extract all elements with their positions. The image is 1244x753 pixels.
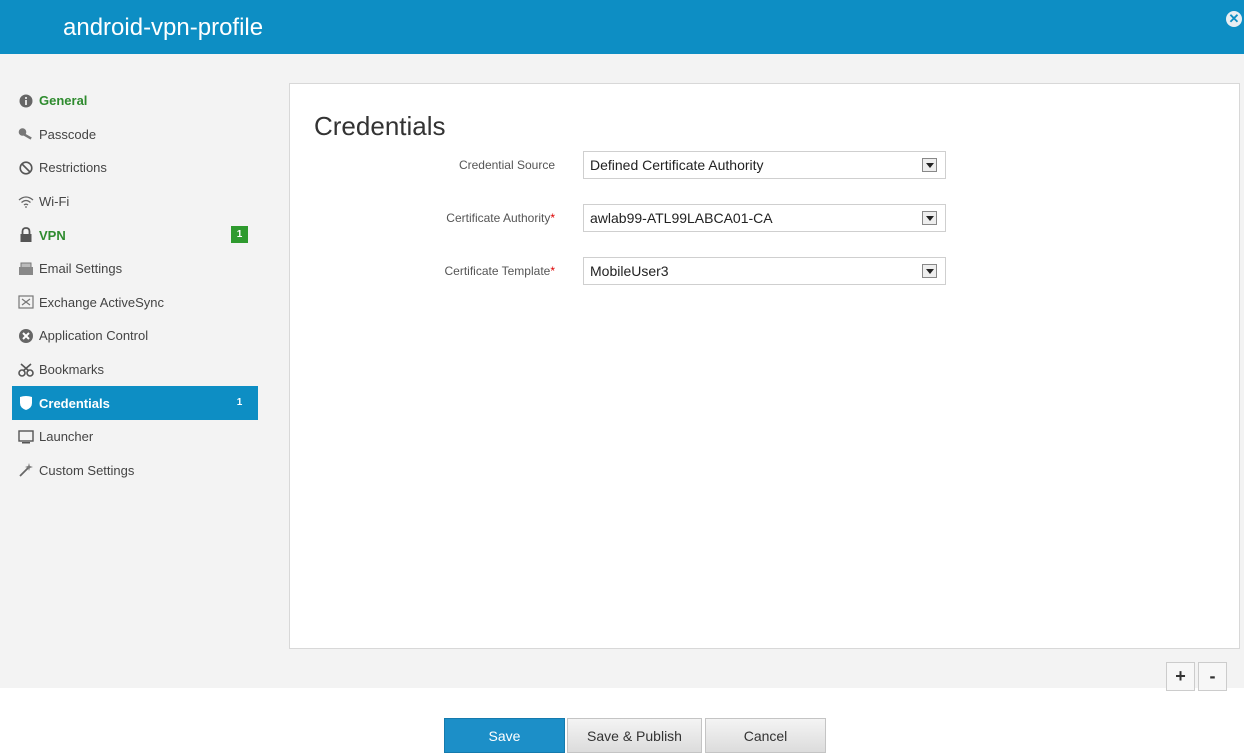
vpn-count-badge: 1	[231, 226, 248, 244]
sidebar-item-label: Application Control	[39, 328, 149, 344]
header-bar: android-vpn-profile ✕	[0, 0, 1244, 54]
credential-source-value: Defined Certificate Authority	[590, 157, 764, 173]
add-payload-button[interactable]: +	[1166, 662, 1195, 691]
monitor-icon	[18, 429, 34, 445]
wand-icon	[18, 462, 34, 478]
sidebar-item-general[interactable]: General	[12, 84, 258, 118]
sidebar-item-restrictions[interactable]: Restrictions	[12, 151, 258, 185]
certificate-template-label: Certificate Template*	[444, 264, 556, 278]
cancel-button[interactable]: Cancel	[705, 718, 826, 753]
chevron-down-icon[interactable]	[922, 264, 937, 278]
sidebar-item-custom-settings[interactable]: Custom Settings	[12, 454, 258, 488]
sidebar-item-bookmarks[interactable]: Bookmarks	[12, 353, 258, 387]
email-icon	[18, 261, 34, 277]
info-icon	[18, 93, 34, 109]
save-and-publish-button[interactable]: Save & Publish	[567, 718, 702, 753]
lock-icon	[18, 227, 34, 243]
sidebar-item-label: Bookmarks	[39, 362, 105, 378]
page-title: android-vpn-profile	[63, 14, 264, 41]
credential-source-select[interactable]: Defined Certificate Authority	[583, 151, 946, 179]
sidebar-item-email-settings[interactable]: Email Settings	[12, 252, 258, 286]
sidebar-item-launcher[interactable]: Launcher	[12, 420, 258, 454]
certificate-authority-row: Certificate Authority* awlab99-ATL99LABC…	[290, 204, 1241, 234]
certificate-template-select[interactable]: MobileUser3	[583, 257, 946, 285]
save-button[interactable]: Save	[444, 718, 565, 753]
sidebar-item-label: Email Settings	[39, 261, 123, 277]
sidebar-item-wifi[interactable]: Wi-Fi	[12, 185, 258, 219]
sidebar-item-label: Credentials	[39, 395, 110, 411]
credential-source-label: Credential Source	[458, 158, 555, 172]
sync-icon	[18, 294, 34, 310]
wifi-icon	[18, 194, 34, 210]
certificate-authority-label: Certificate Authority*	[446, 211, 555, 225]
close-icon[interactable]: ✕	[1226, 11, 1242, 27]
sidebar-item-label: Passcode	[39, 126, 97, 142]
certificate-authority-select[interactable]: awlab99-ATL99LABCA01-CA	[583, 204, 946, 232]
certificate-template-row: Certificate Template* MobileUser3	[290, 257, 1241, 287]
sidebar-item-exchange-activesync[interactable]: Exchange ActiveSync	[12, 286, 258, 320]
sidebar-item-label: Custom Settings	[39, 462, 135, 478]
certificate-template-value: MobileUser3	[590, 263, 669, 279]
sidebar-item-label: VPN	[39, 227, 66, 243]
sidebar-item-label: Launcher	[39, 429, 94, 445]
chevron-down-icon[interactable]	[922, 158, 937, 172]
certificate-authority-value: awlab99-ATL99LABCA01-CA	[590, 210, 773, 226]
chevron-down-icon[interactable]	[922, 211, 937, 225]
sidebar-item-label: Exchange ActiveSync	[39, 294, 165, 310]
sidebar-item-credentials[interactable]: Credentials 1	[12, 386, 258, 420]
section-title: Credentials	[314, 111, 446, 141]
remove-payload-button[interactable]: -	[1198, 662, 1227, 691]
required-marker: *	[550, 264, 555, 278]
sidebar-item-label: General	[39, 93, 88, 109]
credentials-count-badge: 1	[236, 397, 243, 409]
credentials-panel: Credentials Credential Source Defined Ce…	[289, 83, 1240, 649]
credential-source-row: Credential Source Defined Certificate Au…	[290, 151, 1241, 181]
shield-icon	[18, 395, 34, 411]
sidebar: General Passcode Restrictions Wi-Fi VPN …	[12, 84, 258, 487]
sidebar-item-label: Restrictions	[39, 160, 107, 176]
sidebar-item-application-control[interactable]: Application Control	[12, 319, 258, 353]
no-entry-icon	[18, 160, 34, 176]
required-marker: *	[550, 211, 555, 225]
sidebar-item-passcode[interactable]: Passcode	[12, 118, 258, 152]
sidebar-item-label: Wi-Fi	[39, 194, 70, 210]
bookmark-icon	[18, 362, 34, 378]
key-icon	[18, 126, 34, 142]
sidebar-item-vpn[interactable]: VPN 1	[12, 218, 258, 252]
app-control-icon	[18, 328, 34, 344]
